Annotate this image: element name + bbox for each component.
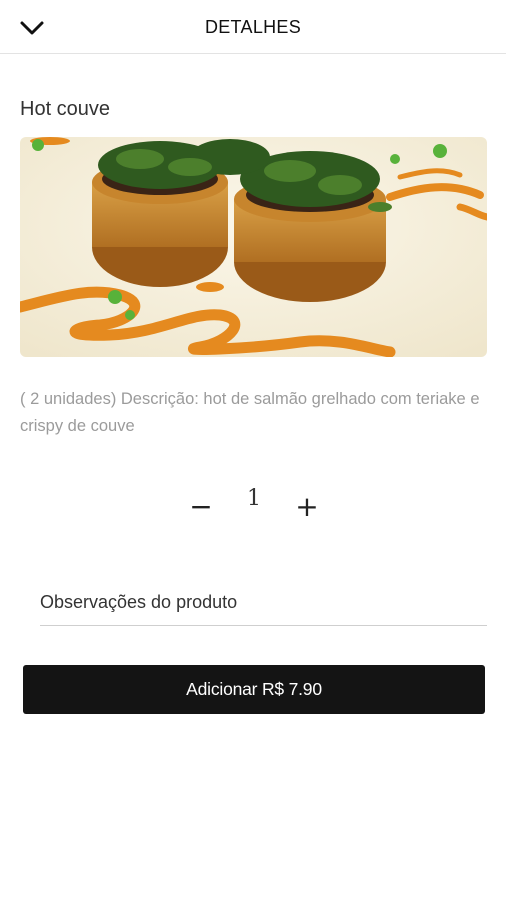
quantity-decrease-button[interactable]: − [186, 490, 216, 523]
product-image [20, 137, 487, 357]
observations-input[interactable] [40, 580, 487, 626]
product-description: ( 2 unidades) Descrição: hot de salmão g… [20, 390, 480, 435]
add-to-cart-button[interactable]: Adicionar R$ 7.90 [23, 665, 485, 714]
quantity-increase-button[interactable]: + [292, 490, 322, 523]
header-bar: DETALHES [0, 0, 506, 54]
product-name: Hot couve [20, 98, 111, 120]
product-photo [20, 137, 487, 357]
product-details-screen: DETALHES Hot couve (2 unidades) Descriç… [0, 0, 506, 900]
quantity-value: 1 [247, 486, 261, 511]
page-title: DETALHES [204, 17, 302, 37]
